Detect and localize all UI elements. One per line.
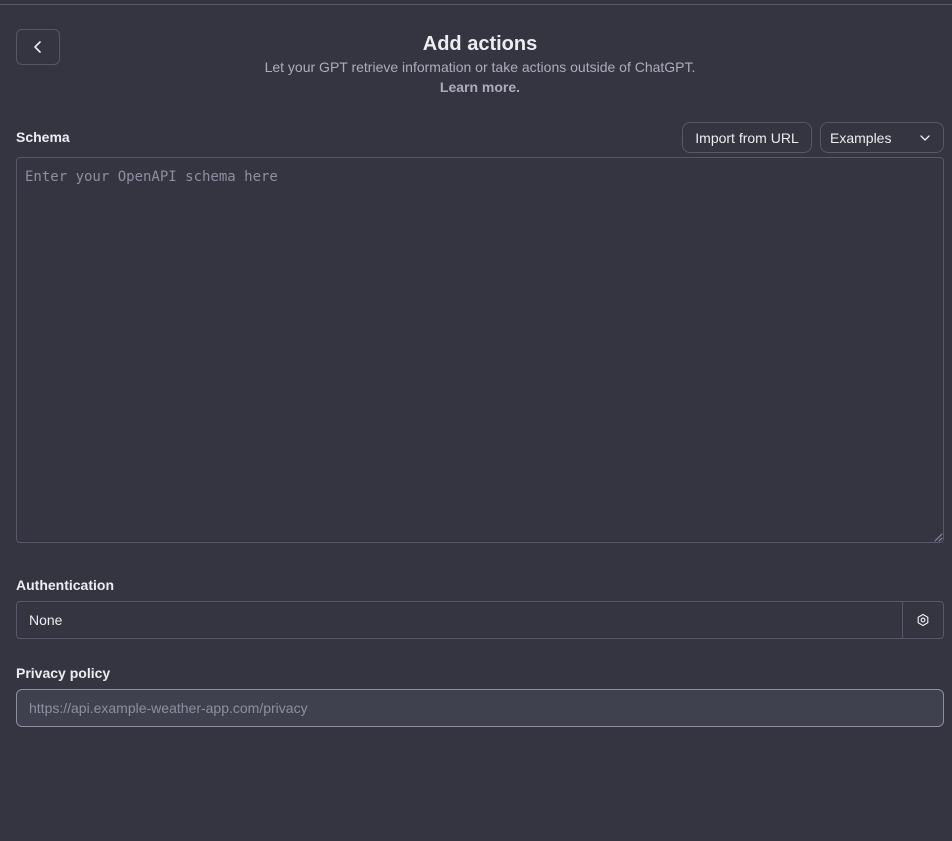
examples-dropdown[interactable]: Examples: [820, 122, 944, 153]
authentication-settings-button[interactable]: [902, 601, 944, 639]
privacy-policy-label: Privacy policy: [16, 665, 111, 681]
gear-icon: [917, 613, 929, 627]
import-from-url-button[interactable]: Import from URL: [682, 122, 812, 153]
page-header: Add actions Let your GPT retrieve inform…: [0, 32, 952, 97]
top-divider: [0, 4, 952, 5]
authentication-value: None: [29, 612, 63, 628]
privacy-policy-input[interactable]: [16, 689, 944, 727]
chevron-down-icon: [920, 135, 930, 141]
learn-more-link[interactable]: Learn more.: [8, 77, 952, 97]
resize-handle-icon[interactable]: [933, 532, 943, 542]
authentication-field[interactable]: None: [16, 601, 903, 639]
page-title: Add actions: [422, 33, 538, 55]
authentication-label: Authentication: [16, 577, 114, 593]
page-subtitle: Let your GPT retrieve information or tak…: [264, 59, 696, 75]
schema-editor[interactable]: [16, 157, 944, 543]
schema-label: Schema: [16, 129, 70, 145]
examples-dropdown-label: Examples: [830, 129, 892, 146]
